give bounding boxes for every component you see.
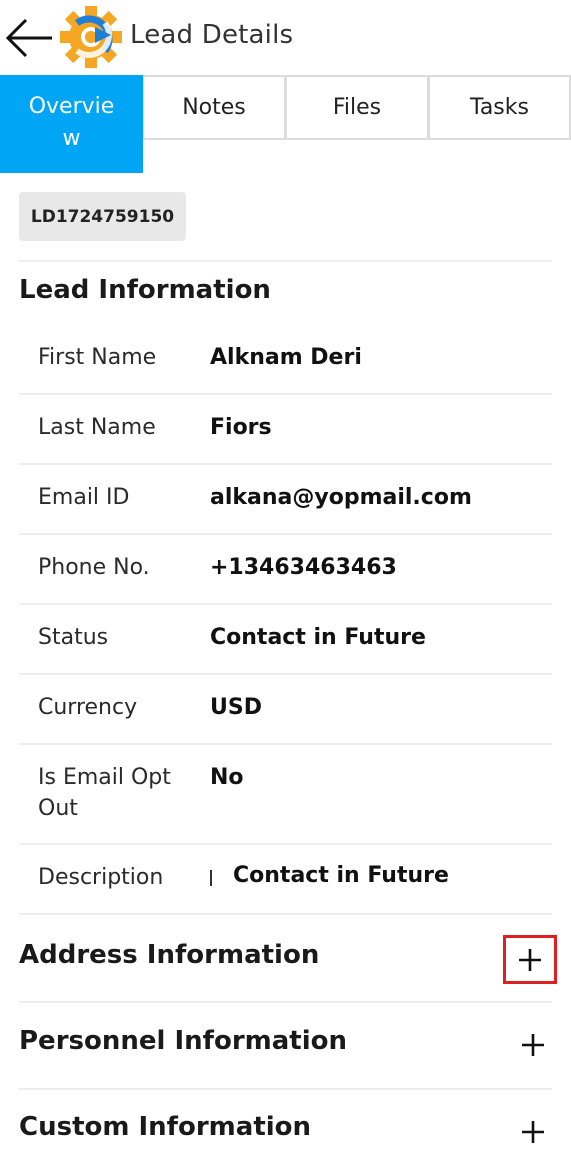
tab-notes[interactable]: Notes [143,75,286,140]
app-header: Lead Details [0,0,571,76]
field-row-email-opt-out: Is Email Opt Out No [19,745,552,845]
field-row-description: Description Contact in Future [19,845,552,915]
field-label: Status [38,625,109,650]
field-row-phone: Phone No. +13463463463 [19,535,552,605]
tab-tasks[interactable]: Tasks [429,75,571,140]
field-row-currency: Currency USD [19,675,552,745]
text-cursor [210,870,212,886]
field-value: +13463463463 [210,555,397,580]
field-label: Is Email Opt Out [38,765,171,821]
lead-id-badge: LD1724759150 [19,192,186,241]
field-value: No [210,765,244,790]
tab-files[interactable]: Files [286,75,429,140]
divider [19,1088,552,1090]
field-label: Last Name [38,415,156,440]
expand-custom-button[interactable] [509,1110,557,1154]
field-label: Currency [38,695,138,720]
tab-overview[interactable]: Overvie w [0,75,143,173]
custom-information-title: Custom Information [19,1112,312,1142]
plus-icon [522,1121,544,1143]
field-value: alkana@yopmail.com [210,485,472,510]
back-button[interactable] [4,14,54,62]
field-value: Contact in Future [233,863,449,888]
tab-notes-label: Notes [182,95,246,120]
address-information-title: Address Information [19,940,320,970]
field-label: Description [38,865,164,890]
field-label: Email ID [38,485,130,510]
divider [19,1001,552,1003]
plus-icon [519,948,541,971]
field-label: Phone No. [38,555,150,580]
page-title: Lead Details [130,20,294,50]
arrow-left-icon [5,18,52,58]
row-divider [19,913,552,915]
field-row-last-name: Last Name Fiors [19,395,552,465]
field-value: Alknam Deri [210,345,362,370]
tab-tasks-label: Tasks [470,95,529,120]
plus-icon [522,1034,544,1056]
lead-information-title: Lead Information [19,275,271,305]
tab-files-label: Files [332,95,382,120]
field-value: Contact in Future [210,625,426,650]
field-row-first-name: First Name Alknam Deri [19,325,552,395]
expand-personnel-button[interactable] [509,1023,557,1067]
expand-address-button[interactable] [503,935,557,984]
tab-bar: Overvie w Notes Files Tasks [0,75,571,173]
field-label: First Name [38,345,157,370]
field-value: USD [210,695,262,720]
field-value: Fiors [210,415,272,440]
divider [19,260,552,262]
personnel-information-title: Personnel Information [19,1026,347,1056]
tab-overview-label: Overvie w [28,94,115,151]
field-row-email: Email ID alkana@yopmail.com [19,465,552,535]
gear-logo-icon [56,4,126,70]
field-row-status: Status Contact in Future [19,605,552,675]
